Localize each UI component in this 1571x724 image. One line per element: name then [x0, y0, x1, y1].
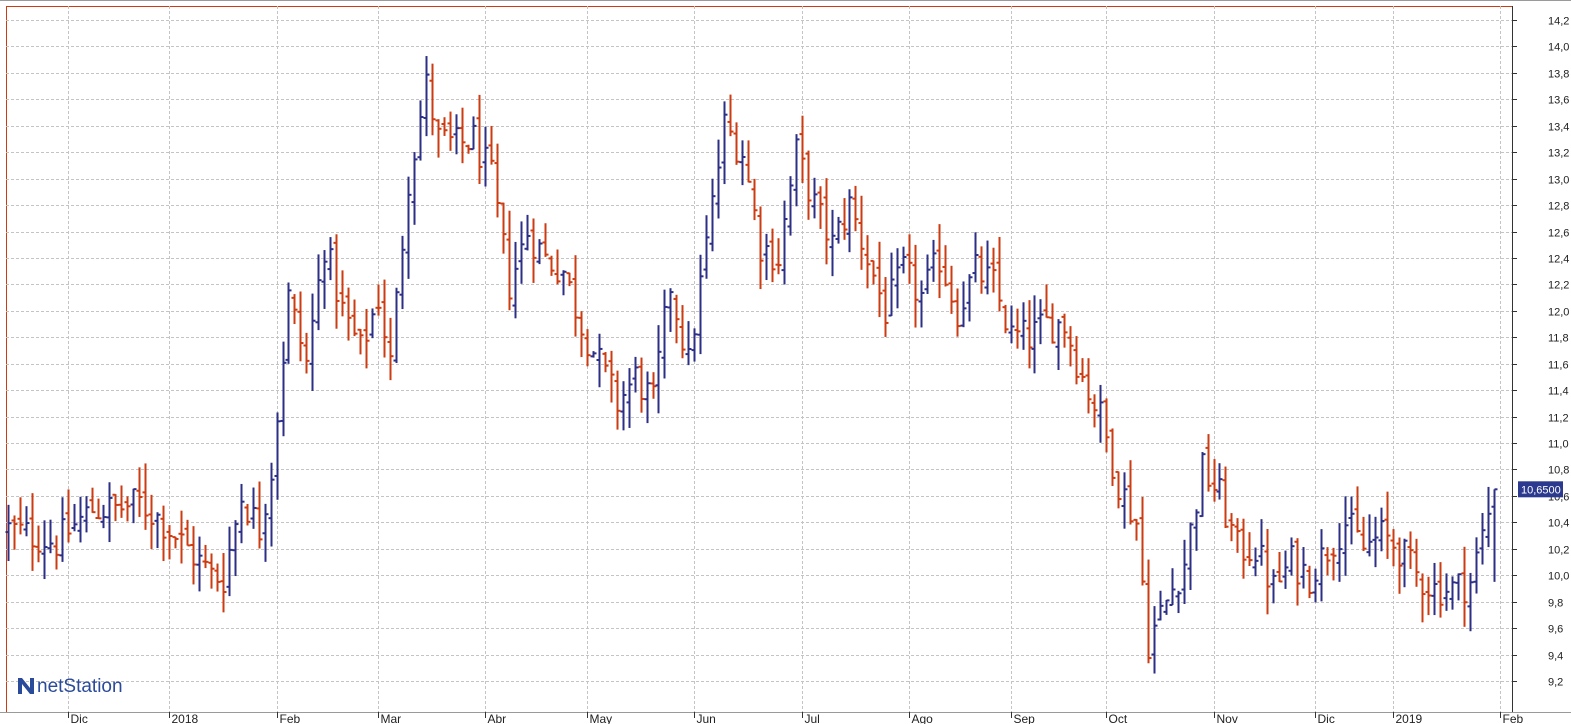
y-tick-label: 11,8 [1548, 333, 1569, 345]
y-tick-label: 9,4 [1548, 651, 1563, 663]
y-tick-label: 12,4 [1548, 254, 1569, 266]
y-tick-label: 13,0 [1548, 175, 1569, 187]
y-tick-label: 13,6 [1548, 95, 1569, 107]
x-tick-label: Ago [912, 712, 934, 724]
last-price-label: 10,6500 [1521, 484, 1561, 496]
netstation-logo: netStation [18, 676, 123, 697]
x-tick-label: 2019 [1396, 712, 1423, 724]
y-tick-label: 13,2 [1548, 148, 1569, 160]
x-tick-label: Oct [1109, 712, 1128, 724]
y-tick-label: 12,2 [1548, 280, 1569, 292]
y-tick-label: 14,0 [1548, 42, 1569, 54]
x-tick-label: Feb [280, 712, 301, 724]
y-tick-label: 14,2 [1548, 16, 1569, 28]
x-tick-label: 2018 [172, 712, 199, 724]
y-tick-label: 12,0 [1548, 307, 1569, 319]
y-tick-label: 10,2 [1548, 545, 1569, 557]
y-tick-label: 9,6 [1548, 624, 1563, 636]
y-tick-label: 9,8 [1548, 598, 1563, 610]
netstation-logo-text: netStation [37, 676, 123, 697]
ohlc-chart[interactable]: 14,2 14,0 13,8 13,6 13,4 13,2 13,0 12,8 12,6 12,4… [0, 0, 1571, 724]
chart-window: 14,2 14,0 13,8 13,6 13,4 13,2 13,0 12,8 12,6 12,4… [0, 0, 1571, 724]
x-tick-label: Jun [697, 712, 716, 724]
y-tick-label: 10,4 [1548, 518, 1569, 530]
y-tick-label: 12,6 [1548, 228, 1569, 240]
chart-background [0, 0, 1571, 724]
x-tick-label: Mar [381, 712, 402, 724]
y-tick-label: 10,8 [1548, 465, 1569, 477]
y-tick-label: 11,2 [1548, 413, 1569, 425]
y-tick-label: 13,4 [1548, 122, 1569, 134]
y-tick-label: 11,4 [1548, 386, 1569, 398]
x-tick-label: Abr [488, 712, 507, 724]
x-tick-label: Feb [1503, 712, 1524, 724]
y-tick-label: 10,0 [1548, 571, 1569, 583]
x-tick-label: Dic [71, 712, 88, 724]
y-tick-label: 12,8 [1548, 201, 1569, 213]
x-tick-label: Dic [1318, 712, 1335, 724]
y-tick-label: 13,8 [1548, 69, 1569, 81]
y-tick-label: 11,6 [1548, 360, 1569, 372]
x-tick-label: Nov [1217, 712, 1238, 724]
x-tick-label: Jul [805, 712, 820, 724]
x-tick-label: Sep [1014, 712, 1036, 724]
y-tick-label: 11,0 [1548, 439, 1569, 451]
x-tick-label: May [590, 712, 613, 724]
y-tick-label: 9,2 [1548, 677, 1563, 689]
